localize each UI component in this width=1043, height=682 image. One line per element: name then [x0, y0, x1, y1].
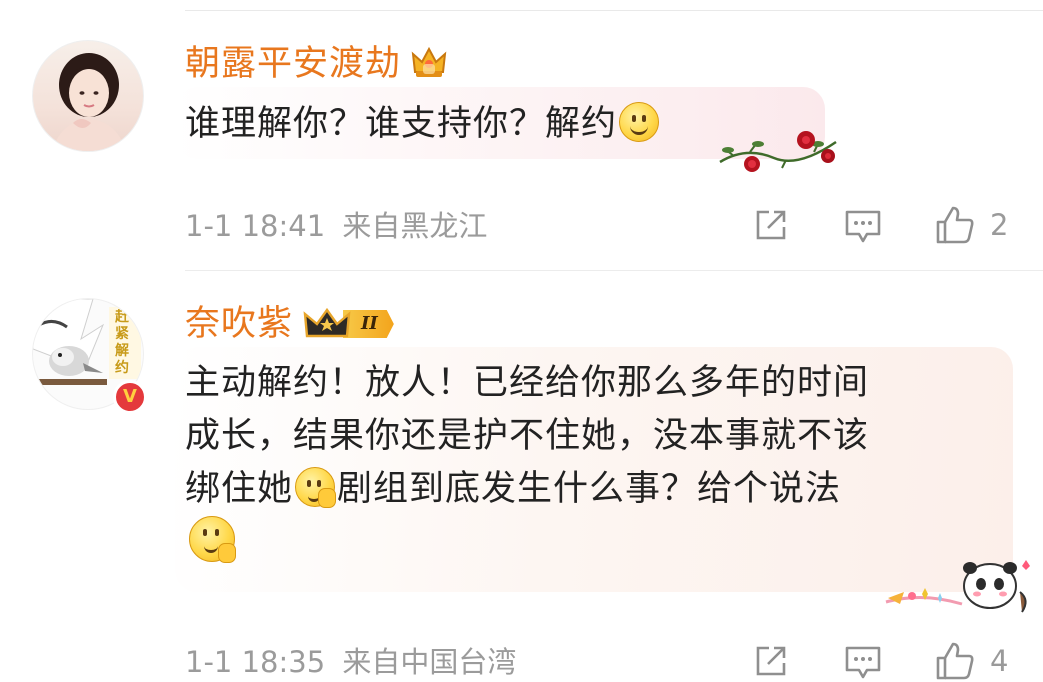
comment-icon — [845, 646, 881, 679]
rose-vine-decoration — [716, 128, 846, 182]
like-button[interactable]: 2 — [934, 204, 1008, 246]
share-icon — [756, 210, 786, 240]
panda-sticker — [882, 552, 1032, 622]
verified-badge: V — [113, 380, 147, 414]
like-count: 2 — [990, 208, 1009, 242]
comment-header: 朝露平安渡劫 — [185, 42, 449, 86]
comment-meta: 1-1 18:41 来自黑龙江 — [185, 208, 487, 244]
comment-divider — [185, 270, 1043, 271]
comment-text-line: 主动解约！放人！已经给你那么多年的时间 — [185, 363, 870, 403]
crown-icon — [303, 307, 351, 338]
like-icon — [936, 206, 974, 244]
like-button[interactable]: 4 — [934, 640, 1008, 682]
avatar-portrait-image — [51, 53, 127, 151]
like-icon — [936, 642, 974, 680]
reply-button[interactable] — [843, 206, 883, 246]
avatar-text: 赶紧解约 — [115, 309, 129, 376]
comment-text-line: 成长，结果你还是护不住她，没本事就不该 — [185, 416, 870, 456]
share-button[interactable] — [752, 642, 790, 680]
comment-text: 主动解约！放人！已经给你那么多年的时间 成长，结果你还是护不住她，没本事就不该 … — [185, 357, 1005, 569]
thinking-emoji — [189, 516, 236, 563]
comment-header: 奈吹紫 II — [185, 302, 394, 346]
smile-emoji — [619, 102, 660, 142]
comment-text: 谁理解你？谁支持你？解约 — [185, 98, 661, 151]
avatar[interactable] — [32, 40, 144, 152]
comment-time: 1-1 18:35 — [185, 645, 326, 679]
crown-icon — [409, 42, 449, 86]
comment-time: 1-1 18:41 — [185, 209, 326, 243]
comment-location: 来自中国台湾 — [342, 645, 517, 679]
username[interactable]: 朝露平安渡劫 — [185, 42, 401, 86]
thinking-emoji — [295, 467, 337, 508]
comment-text-line: 绑住她 剧组到底发生什么事？给个说法 — [185, 467, 842, 509]
member-level-badge: II — [303, 306, 394, 342]
top-divider — [185, 10, 1043, 11]
username[interactable]: 奈吹紫 — [185, 302, 293, 346]
reply-button[interactable] — [843, 642, 883, 682]
share-icon — [756, 646, 786, 676]
like-count: 4 — [990, 644, 1009, 678]
comment-icon — [845, 210, 881, 243]
comment-meta: 1-1 18:35 来自中国台湾 — [185, 644, 516, 680]
comment-location: 来自黑龙江 — [342, 209, 488, 243]
share-button[interactable] — [752, 206, 790, 244]
